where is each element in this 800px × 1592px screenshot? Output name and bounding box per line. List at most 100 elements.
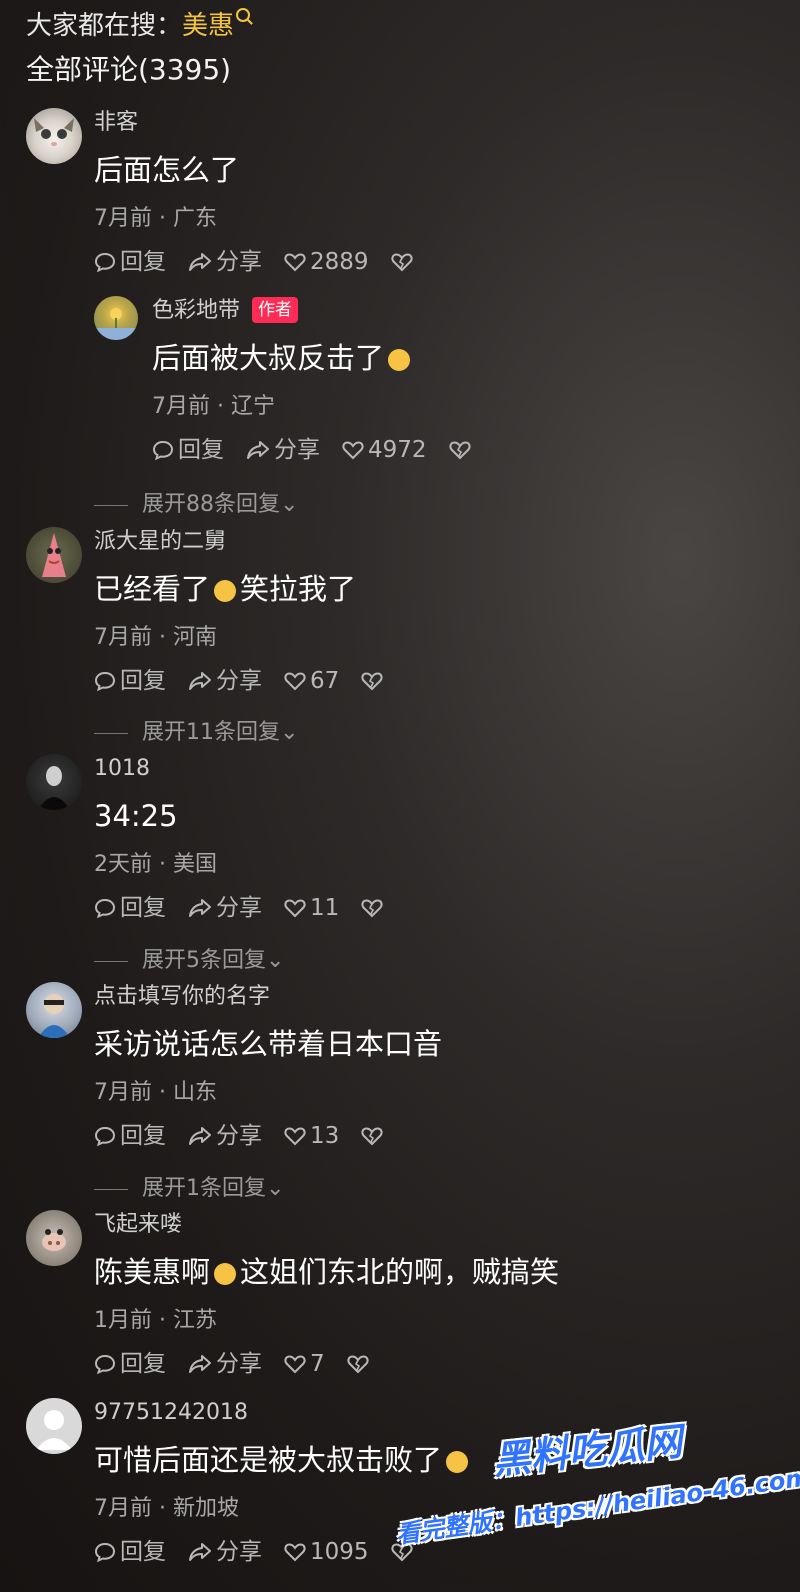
like-button[interactable]: 11 [284, 892, 339, 924]
reply-icon [152, 440, 174, 461]
watermark: 黑料吃瓜网 看完整版：https://heiliao-46.com [392, 1412, 800, 1552]
expand-replies[interactable]: 展开5条回复 ⌄ [94, 946, 284, 976]
username[interactable]: 1018 [94, 754, 786, 784]
share-icon [189, 1127, 211, 1145]
like-count: 11 [310, 895, 340, 921]
comment-text-part: 笑拉我了 [240, 572, 357, 606]
avatar[interactable] [26, 982, 82, 1038]
watermark-brand: 黑料吃瓜网 [490, 1419, 685, 1483]
reply-label: 回复 [120, 1539, 166, 1565]
username[interactable]: 派大星的二舅 [94, 527, 786, 557]
reply-button[interactable]: 回复 [94, 665, 166, 697]
reply-button[interactable]: 回复 [94, 246, 166, 278]
comment-meta: 7月前 · 山东 [94, 1080, 217, 1105]
dislike-button[interactable] [390, 252, 413, 272]
comment-text: 陈美惠啊 这姐们东北的啊，贼搞笑 [94, 1252, 786, 1292]
avatar[interactable] [94, 296, 138, 340]
heart-icon [342, 441, 364, 460]
reply-label: 回复 [120, 1351, 166, 1377]
reply-button[interactable]: 回复 [94, 1536, 166, 1568]
chevron-down-icon: ⌄ [280, 720, 299, 745]
avatar[interactable] [26, 108, 82, 164]
like-count: 13 [310, 1123, 340, 1149]
heart-icon [284, 1543, 306, 1562]
share-button[interactable]: 分享 [188, 892, 262, 924]
comment-meta: 2天前 · 美国 [94, 852, 217, 877]
emoji-icon [388, 349, 411, 371]
like-button[interactable]: 2889 [284, 246, 369, 278]
dislike-button[interactable] [361, 898, 383, 918]
heart-icon [284, 672, 306, 691]
avatar[interactable] [26, 1210, 82, 1266]
search-prefix: 大家都在搜： [26, 11, 183, 41]
like-count: 67 [310, 668, 340, 694]
share-label: 分享 [216, 1539, 262, 1565]
comment-count-title: 全部评论(3395) [26, 53, 232, 86]
divider [94, 960, 128, 962]
avatar[interactable] [26, 1398, 82, 1454]
share-button[interactable]: 分享 [188, 1120, 262, 1152]
comment-text: 已经看了 笑拉我了 [94, 569, 786, 609]
share-label: 分享 [216, 1351, 262, 1377]
share-icon [189, 899, 211, 917]
chevron-down-icon: ⌄ [266, 1176, 285, 1201]
share-button[interactable]: 分享 [188, 1348, 262, 1380]
share-icon [189, 1355, 211, 1373]
dislike-button[interactable] [361, 671, 383, 691]
comment-text: 采访说话怎么带着日本口音 [94, 1027, 443, 1061]
comment-meta: 7月前 · 河南 [94, 625, 217, 650]
like-button[interactable]: 1095 [284, 1536, 369, 1568]
comment-text-part: 这姐们东北的啊，贼搞笑 [240, 1255, 560, 1289]
like-button[interactable]: 4972 [342, 434, 427, 466]
share-icon [189, 253, 211, 271]
comment-text-part: 已经看了 [94, 572, 211, 606]
share-label: 分享 [216, 895, 262, 921]
comment-text-part: 可惜后面还是被大叔击败了 [94, 1443, 443, 1477]
expand-replies[interactable]: 展开1条回复 ⌄ [94, 1174, 284, 1204]
reply-button[interactable]: 回复 [94, 1120, 166, 1152]
comment-text: 34:25 [94, 799, 178, 833]
broken-heart-icon [361, 1127, 383, 1146]
like-button[interactable]: 67 [284, 665, 339, 697]
avatar[interactable] [26, 754, 82, 810]
share-button[interactable]: 分享 [246, 434, 320, 466]
share-button[interactable]: 分享 [188, 665, 262, 697]
reply-icon [94, 1126, 116, 1147]
reply-icon [94, 898, 116, 919]
expand-label: 展开5条回复 [142, 948, 266, 973]
dislike-button[interactable] [361, 1126, 383, 1146]
search-keyword[interactable]: 美惠 [182, 11, 234, 41]
crying-laughing-emoji-icon [214, 1263, 237, 1285]
avatar[interactable] [26, 527, 82, 583]
broken-heart-icon [390, 253, 413, 272]
username[interactable]: 点击填写你的名字 [94, 982, 786, 1012]
reply-button[interactable]: 回复 [94, 1348, 166, 1380]
like-count: 2889 [310, 249, 369, 275]
share-button[interactable]: 分享 [188, 1536, 262, 1568]
share-button[interactable]: 分享 [188, 246, 262, 278]
reply-button[interactable]: 回复 [94, 892, 166, 924]
username[interactable]: 飞起来喽 [94, 1210, 786, 1240]
like-button[interactable]: 7 [284, 1348, 325, 1380]
chevron-down-icon: ⌄ [266, 948, 285, 973]
search-suggestion[interactable]: 大家都在搜：美惠 [26, 6, 251, 46]
share-label: 分享 [216, 668, 262, 694]
comment-meta: 1月前 · 江苏 [94, 1308, 217, 1333]
dislike-button[interactable] [347, 1354, 369, 1374]
dislike-button[interactable] [448, 440, 471, 460]
expand-label: 展开11条回复 [142, 720, 280, 745]
username[interactable]: 非客 [94, 108, 786, 138]
reply-button[interactable]: 回复 [152, 434, 224, 466]
reply-label: 回复 [178, 437, 224, 463]
laughing-emoji-icon [214, 580, 237, 602]
divider [94, 732, 128, 734]
expand-replies[interactable]: 展开88条回复 ⌄ [94, 490, 298, 520]
like-button[interactable]: 13 [284, 1120, 339, 1152]
share-icon [189, 1543, 211, 1561]
heart-icon [284, 1127, 306, 1146]
broken-heart-icon [448, 441, 471, 460]
expand-replies[interactable]: 展开11条回复 ⌄ [94, 718, 298, 748]
reply-icon [94, 252, 116, 273]
username[interactable]: 色彩地带 [152, 298, 240, 323]
reply-icon [94, 1354, 116, 1375]
